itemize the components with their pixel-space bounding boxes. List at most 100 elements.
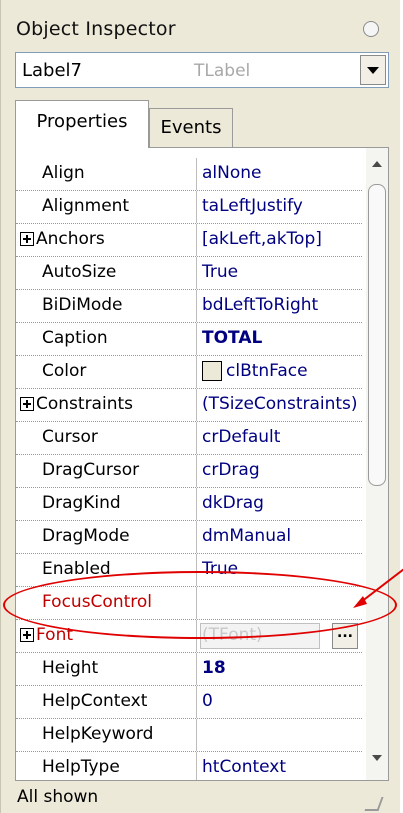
status-bar: All shown [15, 783, 389, 813]
resize-grip-icon[interactable] [364, 797, 384, 811]
property-value-cell[interactable] [198, 719, 362, 751]
property-row-font[interactable]: Font (TFont)... [16, 620, 362, 653]
color-swatch [202, 361, 222, 381]
scroll-up-button[interactable] [366, 152, 388, 176]
property-row-enabled[interactable]: Enabled True [16, 554, 362, 587]
vertical-scrollbar[interactable] [366, 148, 388, 780]
property-value-cell[interactable]: True [198, 554, 362, 586]
property-value: bdLeftToRight [202, 295, 319, 315]
property-name: Anchors [36, 229, 105, 249]
property-name-cell: HelpType [16, 752, 197, 780]
property-value-cell[interactable]: crDefault [198, 422, 362, 454]
property-value-cell[interactable]: (TFont)... [198, 620, 362, 652]
status-text: All shown [17, 787, 99, 807]
property-row-dragkind[interactable]: DragKind dkDrag [16, 488, 362, 521]
expand-plus-icon[interactable] [20, 397, 34, 411]
property-value: taLeftJustify [202, 196, 303, 216]
property-value-cell[interactable]: dkDrag [198, 488, 362, 520]
property-name: FocusControl [42, 592, 153, 612]
property-row-autosize[interactable]: AutoSize True [16, 257, 362, 290]
property-name: Align [42, 163, 85, 183]
property-name: HelpKeyword [42, 724, 154, 744]
property-value-cell[interactable] [198, 587, 362, 619]
property-name: Enabled [42, 559, 111, 579]
property-name-cell: DragMode [16, 521, 197, 553]
property-row-helpkeyword[interactable]: HelpKeyword [16, 719, 362, 752]
window-title: Object Inspector [16, 18, 176, 40]
property-value-cell[interactable]: htContext [198, 752, 362, 780]
chevron-down-icon [367, 66, 379, 74]
property-value: True [202, 559, 239, 579]
property-name-cell: Constraints [16, 389, 197, 421]
property-value: (TFont) [202, 625, 263, 645]
property-value-cell[interactable]: crDrag [198, 455, 362, 487]
property-name-cell: Anchors [16, 224, 197, 256]
property-name: BiDiMode [42, 295, 123, 315]
scroll-down-button[interactable] [366, 746, 388, 770]
property-value-cell[interactable]: taLeftJustify [198, 191, 362, 223]
property-value: alNone [202, 163, 262, 183]
property-name-cell: AutoSize [16, 257, 197, 289]
property-value-cell[interactable]: bdLeftToRight [198, 290, 362, 322]
close-circle-icon[interactable] [363, 21, 379, 37]
property-value-cell[interactable]: clBtnFace [198, 356, 362, 388]
property-name: Color [42, 361, 87, 381]
property-row-align[interactable]: Align alNone [16, 158, 362, 191]
property-row-bidimode[interactable]: BiDiMode bdLeftToRight [16, 290, 362, 323]
property-name: Height [42, 658, 99, 678]
arrow-up-icon [372, 161, 382, 167]
property-name-cell: HelpKeyword [16, 719, 197, 751]
property-name-cell: FocusControl [16, 587, 197, 619]
property-row-focuscontrol[interactable]: FocusControl [16, 587, 362, 620]
property-row-caption[interactable]: Caption TOTAL [16, 323, 362, 356]
scrollbar-thumb[interactable] [368, 184, 386, 486]
property-name-cell: HelpContext [16, 686, 197, 718]
property-value: TOTAL [202, 328, 263, 348]
property-row-alignment[interactable]: Alignment taLeftJustify [16, 191, 362, 224]
property-name: AutoSize [42, 262, 117, 282]
property-grid: Align alNone Alignment taLeftJustify Anchors… [15, 147, 389, 781]
component-selector[interactable]: Label7 TLabel [15, 52, 389, 88]
property-value: dkDrag [202, 493, 264, 513]
property-value-cell[interactable]: 18 [198, 653, 362, 685]
property-name: Constraints [36, 394, 133, 414]
property-value-cell[interactable]: [akLeft,akTop] [198, 224, 362, 256]
property-row-height[interactable]: Height 18 [16, 653, 362, 686]
property-name: Font [36, 625, 74, 645]
property-value-cell[interactable]: True [198, 257, 362, 289]
property-name-cell: Enabled [16, 554, 197, 586]
property-row-dragcursor[interactable]: DragCursor crDrag [16, 455, 362, 488]
property-name-cell: Color [16, 356, 197, 388]
expand-plus-icon[interactable] [20, 232, 34, 246]
arrow-down-icon [372, 755, 382, 761]
property-name: HelpContext [42, 691, 148, 711]
property-row-cursor[interactable]: Cursor crDefault [16, 422, 362, 455]
property-name: DragCursor [42, 460, 140, 480]
property-name: DragKind [42, 493, 121, 513]
property-value-cell[interactable]: alNone [198, 158, 362, 190]
property-name: Caption [42, 328, 108, 348]
property-name-cell: Alignment [16, 191, 197, 223]
property-row-helpcontext[interactable]: HelpContext 0 [16, 686, 362, 719]
dropdown-arrow-button[interactable] [360, 55, 386, 85]
property-name-cell: Cursor [16, 422, 197, 454]
property-row-helptype[interactable]: HelpType htContext [16, 752, 362, 780]
expand-plus-icon[interactable] [20, 628, 34, 642]
tab-events[interactable]: Events [149, 108, 233, 148]
tab-properties[interactable]: Properties [15, 100, 149, 148]
property-value: (TSizeConstraints) [202, 394, 358, 414]
property-value-cell[interactable]: TOTAL [198, 323, 362, 355]
property-name-cell: Font [16, 620, 197, 652]
property-value-cell[interactable]: 0 [198, 686, 362, 718]
property-value: dmManual [202, 526, 292, 546]
ellipsis-button[interactable]: ... [332, 623, 358, 649]
object-inspector-window: Object Inspector Label7 TLabel Propertie… [0, 0, 403, 813]
property-row-constraints[interactable]: Constraints (TSizeConstraints) [16, 389, 362, 422]
property-row-color[interactable]: Color clBtnFace [16, 356, 362, 389]
property-row-anchors[interactable]: Anchors [akLeft,akTop] [16, 224, 362, 257]
property-name-cell: Caption [16, 323, 197, 355]
property-value-cell[interactable]: dmManual [198, 521, 362, 553]
property-value-cell[interactable]: (TSizeConstraints) [198, 389, 362, 421]
property-value: crDrag [202, 460, 260, 480]
property-row-dragmode[interactable]: DragMode dmManual [16, 521, 362, 554]
